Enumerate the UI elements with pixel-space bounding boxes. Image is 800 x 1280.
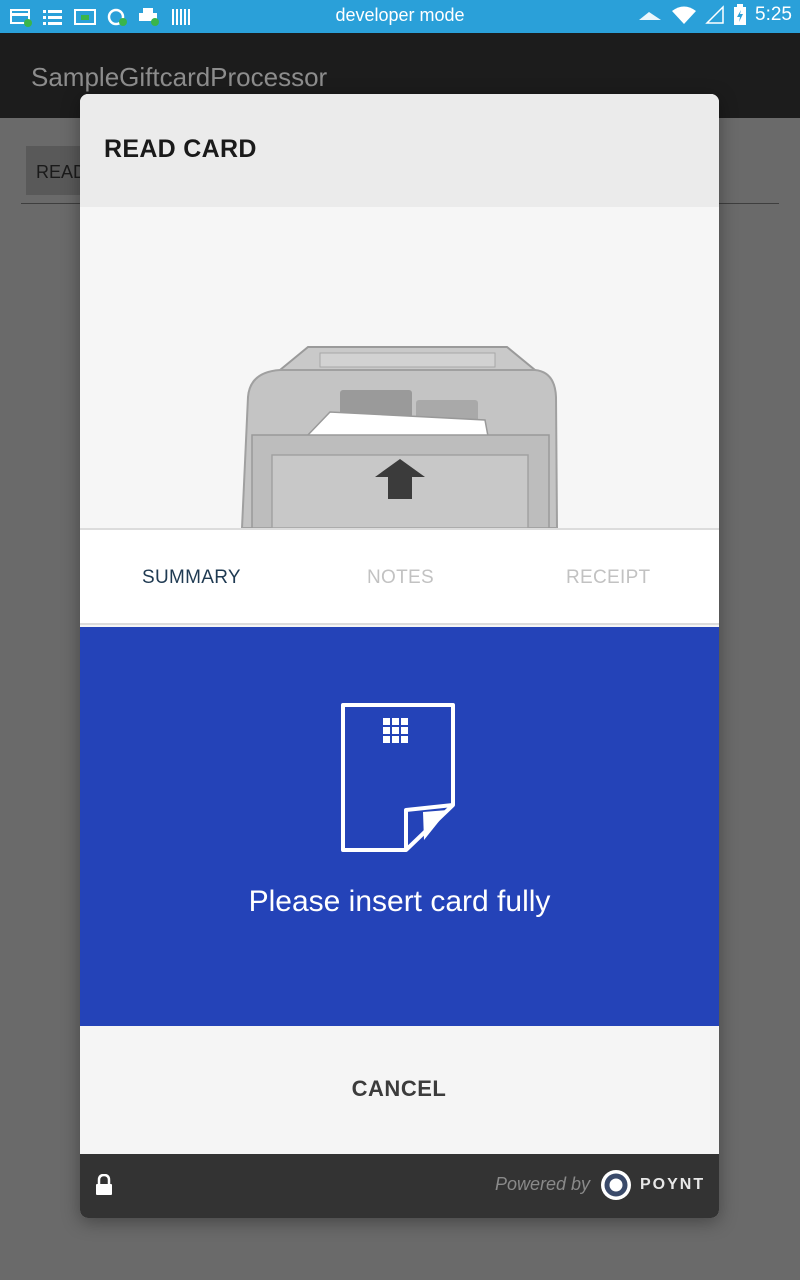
app-title: SampleGiftcardProcessor <box>31 62 328 92</box>
dialog-footer: Powered by POYNT <box>80 1154 719 1218</box>
tab-receipt[interactable]: RECEIPT <box>566 567 650 589</box>
status-time: 5:25 <box>755 4 792 25</box>
dialog-title: READ CARD <box>104 135 257 163</box>
insert-card-prompt: Please insert card fully <box>248 885 551 918</box>
tab-notes[interactable]: NOTES <box>367 567 434 589</box>
dialog-tabs: SUMMARY NOTES RECEIPT <box>80 528 719 625</box>
signal-icon <box>639 12 662 20</box>
poynt-brand-label: POYNT <box>640 1176 706 1193</box>
sim-icon <box>705 5 724 24</box>
dialog-header: READ CARD <box>80 94 719 207</box>
read-card-dialog: READ CARD SUMMARY NOTES RECEIPT Please i… <box>80 94 719 1218</box>
tab-summary[interactable]: SUMMARY <box>142 567 241 589</box>
status-icons-right: 5:25 <box>637 4 792 26</box>
status-bar: developer mode 5:25 <box>0 0 800 33</box>
cancel-button[interactable]: CANCEL <box>299 1056 499 1122</box>
terminal-illustration <box>80 207 719 529</box>
cancel-area: CANCEL <box>80 1026 719 1154</box>
poynt-logo-icon <box>601 1170 631 1200</box>
powered-by-label: Powered by <box>495 1174 591 1194</box>
wifi-icon <box>672 6 697 24</box>
card-terminal-image <box>240 346 559 529</box>
lock-icon <box>96 1174 112 1195</box>
battery-charging-icon <box>734 4 747 25</box>
card-insert-icon <box>341 703 455 852</box>
insert-card-panel: Please insert card fully <box>80 627 719 1026</box>
